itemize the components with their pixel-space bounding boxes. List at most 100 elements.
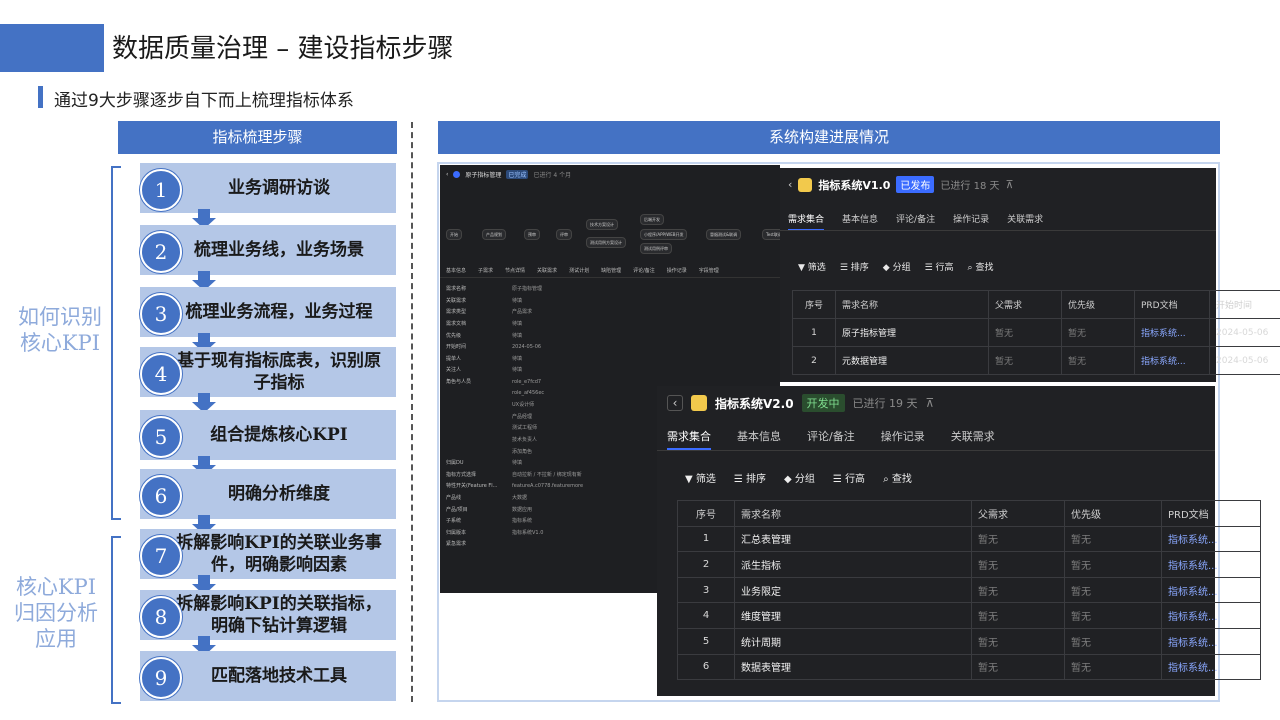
- field-value[interactable]: 待填: [512, 320, 522, 327]
- column-header[interactable]: 优先级: [1061, 290, 1135, 319]
- table-cell: 暂无: [988, 346, 1062, 375]
- table-row[interactable]: 5 统计周期 暂无 暂无 指标系统...: [677, 627, 1261, 655]
- field-value[interactable]: 大数据: [512, 494, 527, 501]
- back-icon[interactable]: ‹: [788, 178, 792, 191]
- flow-node[interactable]: 开始: [446, 229, 462, 240]
- prd-doc-link[interactable]: 指标系统...: [1161, 627, 1261, 655]
- column-header[interactable]: 序号: [677, 500, 735, 527]
- table-row[interactable]: 1 原子指标管理 暂无 暂无 指标系统... 2024-05-06: [792, 318, 1280, 347]
- prd-doc-link[interactable]: 指标系统...: [1161, 576, 1261, 604]
- detail-tab[interactable]: 操作记录: [667, 267, 687, 274]
- toolbar-button[interactable]: ⌕ 查找: [883, 470, 912, 485]
- toolbar-button[interactable]: ▼ 筛选: [685, 470, 716, 485]
- field-value[interactable]: 产品经理: [512, 413, 532, 420]
- table-cell: 5: [677, 627, 735, 655]
- table-cell: 数据表管理: [734, 653, 972, 681]
- tab-item[interactable]: 基本信息: [842, 212, 878, 231]
- tab-item[interactable]: 操作记录: [881, 428, 925, 450]
- table-row[interactable]: 2 派生指标 暂无 暂无 指标系统...: [677, 551, 1261, 578]
- flow-node[interactable]: 测试用例评审: [640, 243, 672, 254]
- column-header[interactable]: 需求名称: [734, 500, 972, 527]
- detail-tab[interactable]: 评论/备注: [633, 267, 655, 274]
- detail-tab[interactable]: 子需求: [478, 267, 493, 274]
- flow-node[interactable]: 技术方案设计: [586, 219, 618, 230]
- table-row[interactable]: 2 元数据管理 暂无 暂无 指标系统... 2024-05-06: [792, 346, 1280, 375]
- step-number-badge: 4: [140, 353, 182, 395]
- field-value[interactable]: 原子指标管理: [512, 285, 542, 292]
- detail-tab[interactable]: 关联需求: [537, 267, 557, 274]
- field-value[interactable]: UX设计师: [512, 401, 534, 408]
- column-header[interactable]: 优先级: [1064, 500, 1162, 527]
- field-value[interactable]: 待填: [512, 366, 522, 373]
- toolbar-button[interactable]: ☰ 行高: [925, 260, 954, 273]
- field-value[interactable]: 指标系统: [512, 517, 532, 524]
- flow-node[interactable]: 冒烟测试&联调: [706, 229, 742, 240]
- detail-tab[interactable]: 基本信息: [446, 267, 466, 274]
- tab-item[interactable]: 操作记录: [953, 212, 989, 231]
- field-value[interactable]: 2024-05-06: [512, 344, 541, 350]
- field-value[interactable]: 数据应用: [512, 506, 532, 513]
- column-header[interactable]: 序号: [792, 290, 836, 319]
- group-brace-2: [111, 536, 121, 704]
- flow-node[interactable]: 产品规划: [482, 229, 506, 240]
- field-value[interactable]: role_af456ec: [512, 390, 544, 396]
- field-value[interactable]: 产品需求: [512, 308, 532, 315]
- table-row[interactable]: 6 数据表管理 暂无 暂无 指标系统...: [677, 653, 1261, 681]
- detail-tabs: 基本信息 子需求 节点详情 关联需求 测试计划 缺陷管理 评论/备注 操作记录 字段管理: [446, 267, 719, 274]
- flow-node[interactable]: 后端开发: [640, 214, 664, 225]
- field-value[interactable]: 测试工程师: [512, 424, 537, 431]
- tab-item[interactable]: 评论/备注: [807, 428, 855, 450]
- back-icon[interactable]: ‹: [667, 395, 683, 411]
- tab-item[interactable]: 需求集合: [788, 212, 825, 231]
- flow-node[interactable]: 评审: [556, 229, 572, 240]
- tab-item[interactable]: 关联需求: [951, 428, 995, 450]
- toolbar-button[interactable]: ⌕ 查找: [968, 260, 994, 273]
- toolbar-button[interactable]: ◆ 分组: [883, 260, 911, 273]
- toolbar-button[interactable]: ☰ 行高: [833, 470, 865, 485]
- toolbar-button[interactable]: ▼ 筛选: [798, 260, 826, 273]
- toolbar-button[interactable]: ☰ 排序: [734, 470, 766, 485]
- table-row[interactable]: 3 业务限定 暂无 暂无 指标系统...: [677, 576, 1261, 604]
- flow-node[interactable]: 预审: [524, 229, 540, 240]
- prd-doc-link[interactable]: 指标系统...: [1161, 525, 1261, 553]
- prd-doc-link[interactable]: 指标系统...: [1134, 318, 1210, 347]
- field-value[interactable]: 添加角色: [512, 448, 532, 455]
- toolbar-button[interactable]: ◆ 分组: [784, 470, 815, 485]
- tab-item[interactable]: 评论/备注: [896, 212, 935, 231]
- pin-icon[interactable]: ⊼: [1006, 178, 1014, 191]
- field-key: 开始时间: [446, 344, 467, 351]
- prd-doc-link[interactable]: 指标系统...: [1161, 602, 1261, 629]
- field-value[interactable]: 待填: [512, 297, 522, 304]
- column-header[interactable]: PRD文档: [1134, 290, 1210, 319]
- pin-icon[interactable]: ⊼: [926, 396, 935, 410]
- prd-doc-link[interactable]: 指标系统...: [1161, 653, 1261, 681]
- column-header[interactable]: 开始时间: [1209, 290, 1280, 319]
- field-value[interactable]: role_e7fcd7: [512, 379, 541, 385]
- field-value[interactable]: 技术负责人: [512, 436, 537, 443]
- detail-tab[interactable]: 测试计划: [569, 267, 589, 274]
- field-value[interactable]: 待填: [512, 459, 522, 466]
- field-value[interactable]: 指标系统V1.0: [512, 529, 543, 536]
- column-header[interactable]: PRD文档: [1161, 500, 1261, 527]
- column-header[interactable]: 需求名称: [835, 290, 989, 319]
- table-row[interactable]: 1 汇总表管理 暂无 暂无 指标系统...: [677, 525, 1261, 553]
- toolbar-button[interactable]: ☰ 排序: [840, 260, 869, 273]
- field-value[interactable]: featureA.c0778.featuremore: [512, 483, 583, 489]
- field-value[interactable]: 自动拉新 / 不拉新 / 绑定现有新: [512, 471, 582, 478]
- table-row[interactable]: 4 维度管理 暂无 暂无 指标系统...: [677, 602, 1261, 629]
- detail-tab[interactable]: 字段管理: [699, 267, 719, 274]
- flow-node[interactable]: 测试用例方案设计: [586, 237, 626, 248]
- field-value[interactable]: 待填: [512, 332, 522, 339]
- field-value[interactable]: 待填: [512, 355, 522, 362]
- tab-item[interactable]: 基本信息: [737, 428, 781, 450]
- prd-doc-link[interactable]: 指标系统...: [1161, 551, 1261, 578]
- flow-node[interactable]: 小程序/APP/WEB开发: [640, 229, 688, 240]
- column-header[interactable]: 父需求: [971, 500, 1065, 527]
- column-header[interactable]: 父需求: [988, 290, 1062, 319]
- back-icon[interactable]: ‹: [446, 171, 448, 178]
- detail-tab[interactable]: 节点详情: [505, 267, 525, 274]
- tab-item[interactable]: 需求集合: [667, 428, 711, 450]
- tab-item[interactable]: 关联需求: [1007, 212, 1043, 231]
- prd-doc-link[interactable]: 指标系统...: [1134, 346, 1210, 375]
- detail-tab[interactable]: 缺陷管理: [601, 267, 621, 274]
